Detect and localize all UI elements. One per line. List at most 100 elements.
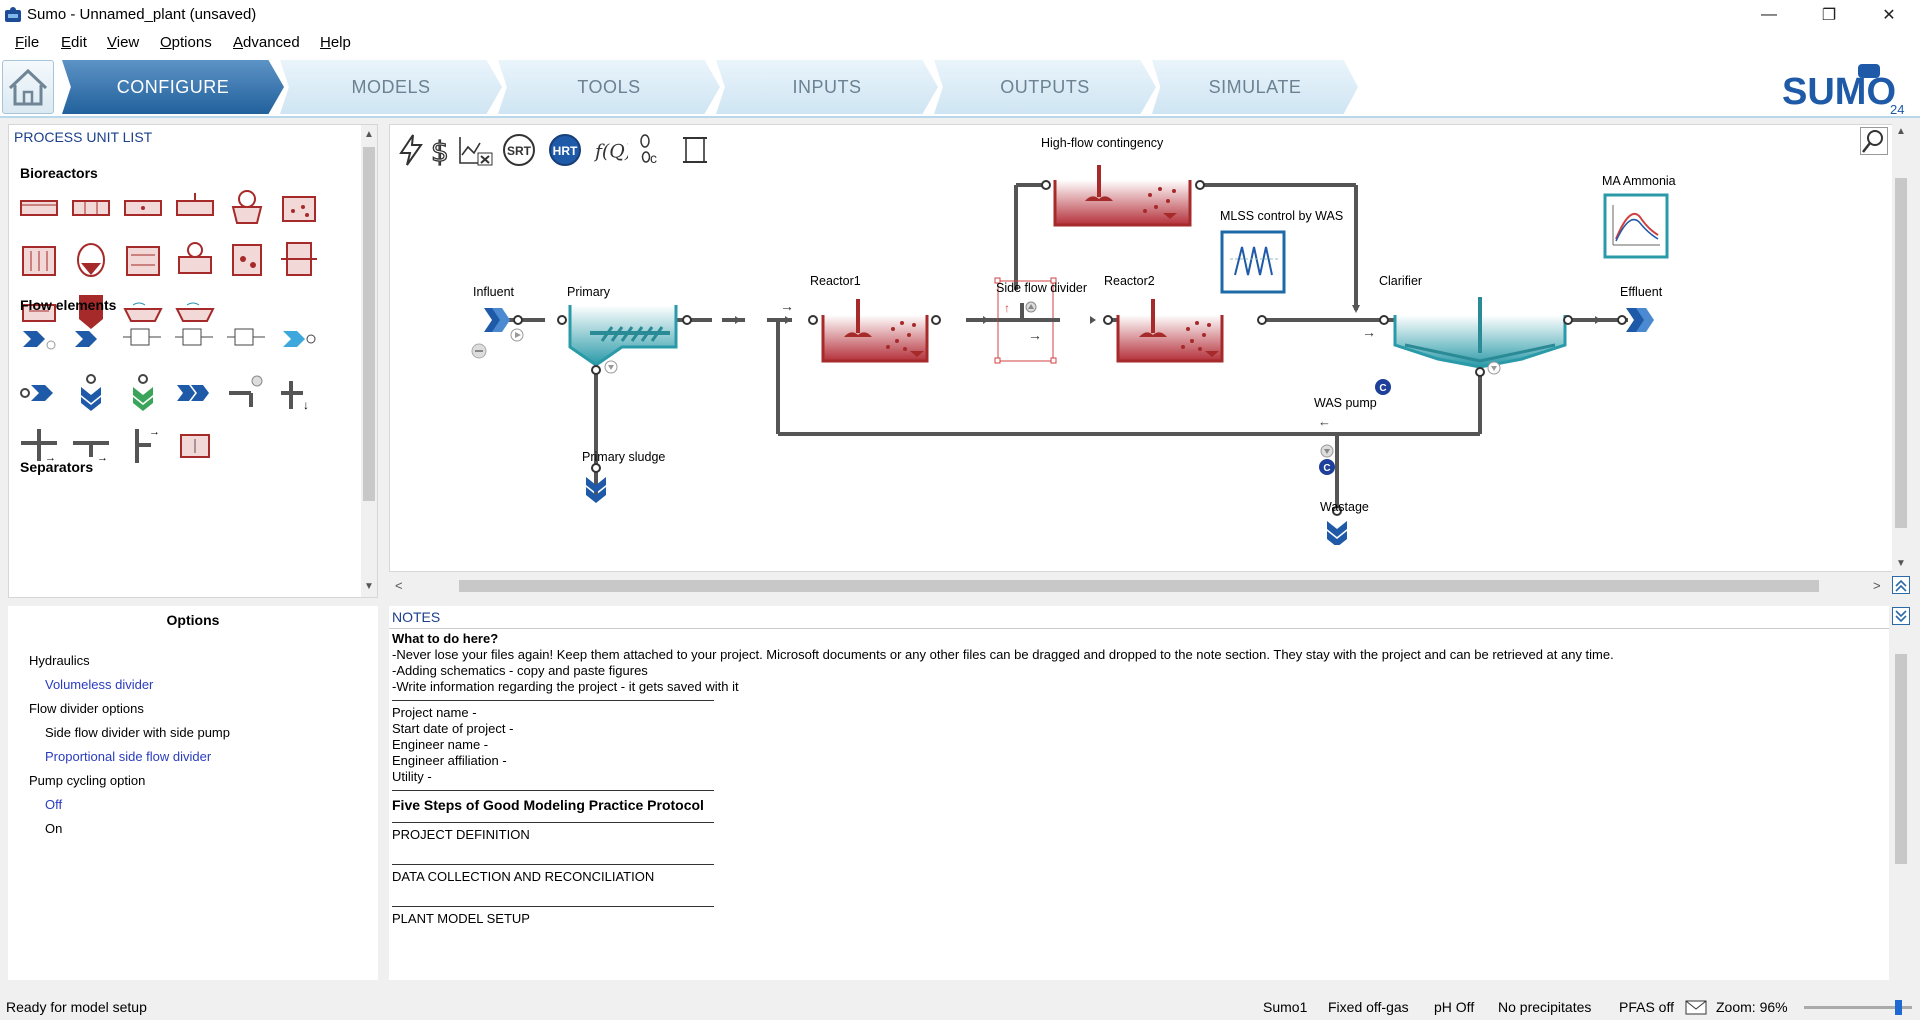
influent-variable-icon[interactable] [69, 319, 113, 359]
scroll-down-icon[interactable]: ▼ [364, 581, 374, 592]
influent-icon[interactable] [17, 319, 61, 359]
tab-tools[interactable]: TOOLS [498, 60, 720, 114]
menu-bar: File Edit View Options Advanced Help [0, 30, 1920, 56]
status-precipitates[interactable]: No precipitates [1498, 999, 1591, 1015]
window-title: Sumo - Unnamed_plant (unsaved) [27, 6, 257, 23]
expand-canvas-button[interactable] [1892, 576, 1910, 594]
menu-view[interactable]: View [107, 34, 139, 51]
digester-icon[interactable] [69, 239, 113, 279]
tab-configure[interactable]: CONFIGURE [62, 60, 284, 114]
biofilter-icon[interactable] [225, 239, 269, 279]
minimize-button[interactable]: — [1740, 0, 1798, 30]
label-effluent[interactable]: Effluent [1620, 285, 1662, 299]
notes-scroll-thumb[interactable] [1895, 654, 1907, 864]
cstr-icon[interactable] [277, 187, 321, 227]
status-message: Ready for model setup [6, 999, 147, 1015]
label-wastage[interactable]: Wastage [1320, 500, 1369, 514]
side-flow-divider-icon[interactable]: ↓ [277, 373, 321, 413]
option-pump-cycling-on[interactable]: On [45, 821, 62, 836]
wastage-icon[interactable] [69, 373, 113, 413]
status-ph[interactable]: pH Off [1434, 999, 1474, 1015]
effluent-icon[interactable] [17, 373, 61, 413]
pump-divider-icon[interactable] [225, 373, 269, 413]
collapse-notes-button[interactable] [1892, 607, 1910, 625]
option-proportional-side-flow[interactable]: Proportional side flow divider [45, 749, 211, 764]
status-bar: Ready for model setup Sumo1 Fixed off-ga… [0, 995, 1920, 1020]
plug-flow-reactor-icon[interactable] [17, 187, 61, 227]
scroll-right-icon[interactable]: > [1873, 578, 1881, 593]
tab-outputs[interactable]: OUTPUTS [934, 60, 1156, 114]
scroll-up-icon[interactable]: ▲ [364, 129, 374, 140]
tab-models[interactable]: MODELS [280, 60, 502, 114]
label-reactor1[interactable]: Reactor1 [810, 274, 861, 288]
clarifier-unit [1379, 297, 1567, 377]
label-primary[interactable]: Primary [567, 285, 610, 299]
option-group-pump-cycling: Pump cycling option [29, 773, 146, 788]
label-ma-ammonia[interactable]: MA Ammonia [1602, 174, 1676, 188]
canvas-horizontal-scrollbar[interactable]: < > [389, 576, 1887, 596]
tank-storage-icon[interactable] [173, 425, 217, 465]
canvas-scroll-up-icon[interactable]: ▲ [1896, 126, 1906, 137]
tab-inputs[interactable]: INPUTS [716, 60, 938, 114]
granular-reactor-icon[interactable] [277, 239, 321, 279]
mbbr-icon[interactable] [121, 239, 165, 279]
label-mlss-control[interactable]: MLSS control by WAS [1220, 209, 1343, 223]
canvas-scroll-down-icon[interactable]: ▼ [1896, 558, 1906, 569]
effluent-variable-icon[interactable] [277, 319, 321, 359]
left-panel-scrollbar[interactable]: ▲ ▼ [361, 125, 377, 597]
plug-flow-stepfeed-icon[interactable] [173, 187, 217, 227]
canvas-vertical-thumb[interactable] [1895, 178, 1907, 528]
restore-button[interactable]: ❐ [1800, 0, 1858, 30]
zoom-slider[interactable] [1804, 1000, 1912, 1015]
status-pfas[interactable]: PFAS off [1619, 999, 1674, 1015]
zoom-slider-thumb[interactable] [1894, 1000, 1902, 1015]
menu-file[interactable]: File [15, 34, 39, 51]
notes-scrollbar[interactable] [1892, 628, 1910, 980]
chemical-dosing-icon[interactable] [173, 319, 217, 359]
notes-editor[interactable]: What to do here? -Never lose your files a… [389, 628, 1889, 980]
mbr-icon[interactable] [17, 239, 61, 279]
sumo-app-icon [5, 7, 21, 22]
canvas-vertical-scrollbar[interactable]: ▲ ▼ [1892, 124, 1910, 572]
tab-simulate[interactable]: SIMULATE [1152, 60, 1358, 114]
note-line: -Write information regarding the project… [392, 679, 739, 694]
carbon-dosing-icon[interactable] [225, 319, 269, 359]
option-volumeless-divider[interactable]: Volumeless divider [45, 677, 153, 692]
label-reactor2[interactable]: Reactor2 [1104, 274, 1155, 288]
option-pump-cycling-off[interactable]: Off [45, 797, 62, 812]
timed-reactor-icon[interactable] [173, 239, 217, 279]
canvas-horizontal-thumb[interactable] [459, 580, 1819, 592]
status-model-name[interactable]: Sumo1 [1263, 999, 1307, 1015]
home-button[interactable] [2, 60, 54, 114]
gas-outlet-icon[interactable] [121, 373, 165, 413]
note-line: -Adding schematics - copy and paste figu… [392, 663, 648, 678]
label-influent[interactable]: Influent [473, 285, 514, 299]
close-icon: ✕ [1882, 7, 1896, 24]
workflow-tab-bar: CONFIGURE MODELS TOOLS INPUTS OUTPUTS SI… [0, 56, 1920, 118]
menu-edit[interactable]: Edit [61, 34, 87, 51]
notes-content: What to do here? -Never lose your files a… [392, 631, 1886, 927]
label-primary-sludge[interactable]: Primary sludge [582, 450, 665, 464]
label-clarifier[interactable]: Clarifier [1379, 274, 1422, 288]
dosing-icon[interactable] [121, 319, 165, 359]
label-side-flow-divider[interactable]: Side flow divider [996, 281, 1087, 295]
status-offgas[interactable]: Fixed off-gas [1328, 999, 1409, 1015]
plug-flow-mixed-icon[interactable] [121, 187, 165, 227]
close-button[interactable]: ✕ [1860, 0, 1918, 30]
left-panel-scroll-thumb[interactable] [363, 147, 375, 501]
menu-options[interactable]: Options [160, 34, 212, 51]
sbr-icon[interactable] [225, 187, 269, 227]
high-flow-contingency-unit [1041, 165, 1205, 227]
mail-icon[interactable] [1685, 1000, 1707, 1015]
menu-advanced[interactable]: Advanced [233, 34, 300, 51]
scroll-left-icon[interactable]: < [395, 578, 403, 593]
note-line: Engineer affiliation - [392, 753, 507, 768]
option-side-flow-with-pump[interactable]: Side flow divider with side pump [45, 725, 230, 740]
process-diagram-canvas[interactable]: $ SRT HRT f(Q) c [389, 124, 1901, 572]
plug-flow-aerated-icon[interactable] [69, 187, 113, 227]
label-was-pump[interactable]: WAS pump [1314, 396, 1377, 410]
sludge-outlet-icon[interactable] [173, 373, 217, 413]
menu-help[interactable]: Help [320, 34, 351, 51]
splitter-icon[interactable]: → [121, 425, 165, 465]
label-high-flow-contingency[interactable]: High-flow contingency [1041, 136, 1163, 150]
